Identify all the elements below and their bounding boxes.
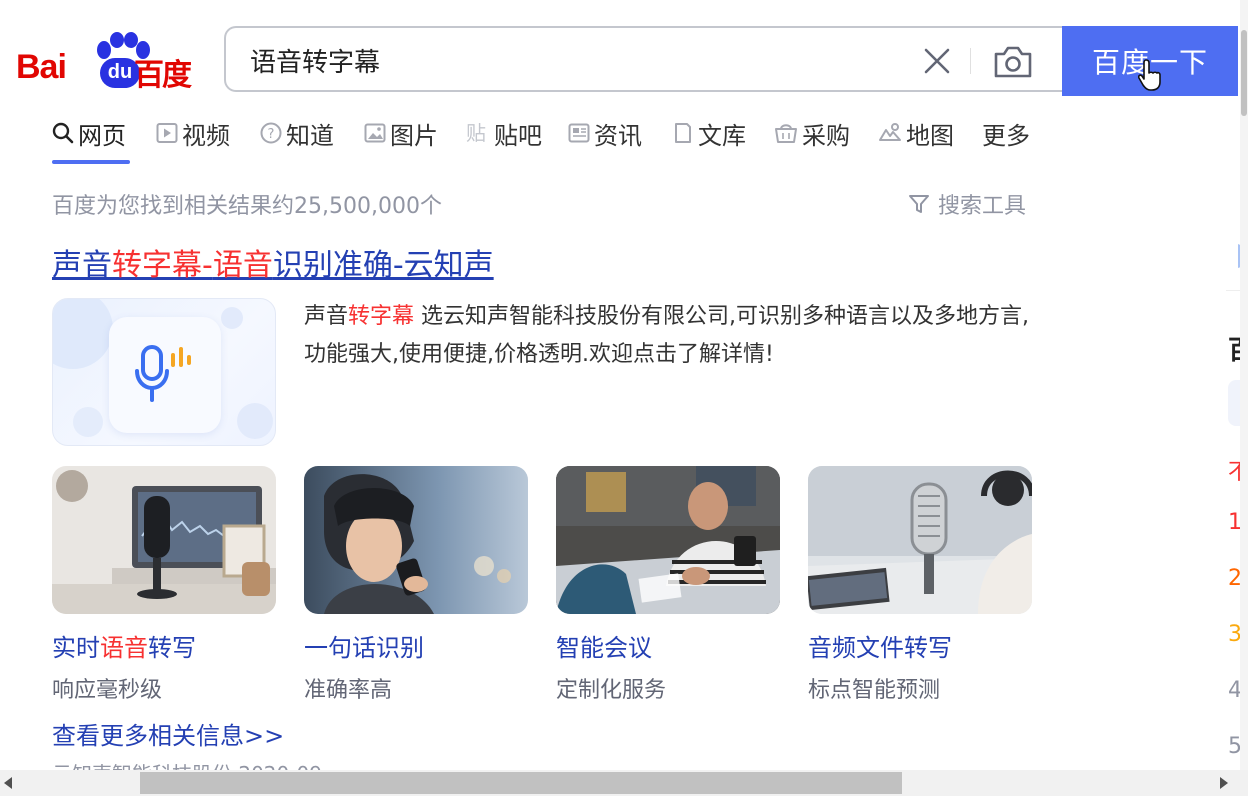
filter-icon [909,195,929,213]
woman-phone-image [304,466,528,614]
svg-text:?: ? [268,127,275,142]
tab-web[interactable]: 网页 [52,116,126,166]
map-icon [879,123,901,141]
tab-wenku[interactable]: 文库 [672,116,746,166]
search-box [224,26,1062,92]
scroll-right-arrow-icon[interactable] [1218,776,1230,790]
scroll-left-arrow-icon[interactable] [2,776,14,790]
result-title-link[interactable]: 声音转字幕-语音识别准确-云知声 [52,240,494,284]
more-info-link[interactable]: 查看更多相关信息>> [52,716,284,751]
decor-bubble [53,299,113,369]
card-subtitle: 定制化服务 [556,678,667,703]
card-thumbnail-meeting[interactable] [556,466,780,614]
tab-label: 地图 [906,122,954,150]
card-title-sentence[interactable]: 一句话识别 [304,628,424,663]
card-subtitle: 准确率高 [304,678,393,703]
title-part: 识别准确-云知声 [272,248,494,283]
svg-text:贴: 贴 [466,122,486,144]
card-title-part: 实时 [52,634,100,662]
decor-bubble [221,307,243,329]
search-divider [970,48,971,74]
title-highlight: 语音 [212,248,273,283]
card-title-audio-file[interactable]: 音频文件转写 [808,628,952,663]
search-button[interactable]: 百度一下 [1062,26,1238,96]
search-icon [52,122,74,144]
card-subtitle: 响应毫秒级 [52,678,163,703]
card-title-highlight: 语音 [100,634,148,662]
horizontal-scrollbar[interactable] [0,770,1248,796]
tab-images[interactable]: 图片 [364,116,438,166]
title-highlight: 转字幕 [112,248,202,283]
video-icon [156,123,178,143]
tab-label: 贴吧 [494,122,542,150]
microphone-icon [135,345,191,402]
close-icon[interactable] [920,44,954,78]
tab-label: 视频 [182,122,230,150]
tab-zhidao[interactable]: ? 知道 [260,116,334,166]
tab-label: 资讯 [594,122,642,150]
news-icon [568,123,590,143]
logo-bai-text: Bai [16,48,67,86]
result-description: 声音转字幕 选云知声智能科技股份有限公司,可识别多种语言以及多地方言,功能强大,… [304,298,1032,374]
question-icon: ? [260,122,282,144]
card-thumbnail-audio-file[interactable] [808,466,1032,614]
tab-tieba[interactable]: 贴 贴吧 [466,116,542,166]
search-input[interactable] [250,44,890,76]
tab-more[interactable]: 更多 [982,116,1030,166]
tab-label: 网页 [78,122,126,150]
card-thumbnail-realtime[interactable] [52,466,276,614]
decor-bubble [237,403,273,439]
meeting-image [556,466,780,614]
card-subtitle: 标点智能预测 [808,678,941,703]
logo-cn-text: 百度 [134,58,192,93]
tab-label: 图片 [390,122,438,150]
decor-bubble [73,407,103,437]
desc-part: 声音 [304,304,349,329]
tab-label: 文库 [698,122,746,150]
tab-label: 知道 [286,122,334,150]
card-thumbnail-sentence[interactable] [304,466,528,614]
title-part: 声音 [52,248,112,283]
tab-video[interactable]: 视频 [156,116,230,166]
studio-microphone-image [52,466,276,614]
tab-news[interactable]: 资讯 [568,116,642,166]
search-tools-button[interactable]: 搜索工具 [908,188,1026,220]
horizontal-scrollbar-thumb[interactable] [140,772,902,794]
baidu-logo[interactable]: Bai du 百度 [16,32,200,93]
card-title-meeting[interactable]: 智能会议 [556,628,652,663]
search-tools-label: 搜索工具 [938,194,1027,219]
camera-icon[interactable] [992,42,1034,80]
document-icon [675,123,691,143]
tab-purchase[interactable]: 采购 [774,116,850,166]
card-title-realtime[interactable]: 实时语音转写 [52,628,196,663]
podcast-microphone-image [808,466,1032,614]
vertical-scrollbar[interactable] [1240,0,1248,770]
image-icon [364,123,386,143]
active-tab-indicator [52,160,130,164]
tieba-icon: 贴 [466,122,486,144]
vertical-scrollbar-thumb[interactable] [1241,30,1247,116]
basket-icon [775,124,797,143]
result-count: 百度为您找到相关结果约25,500,000个 [52,194,442,219]
title-highlight: - [202,248,213,283]
card-title-part: 转写 [148,634,196,662]
tab-label: 更多 [982,122,1030,150]
tab-map[interactable]: 地图 [878,116,954,166]
desc-highlight: 转字幕 [348,304,415,329]
result-thumbnail[interactable] [52,298,276,446]
tab-label: 采购 [802,122,850,150]
